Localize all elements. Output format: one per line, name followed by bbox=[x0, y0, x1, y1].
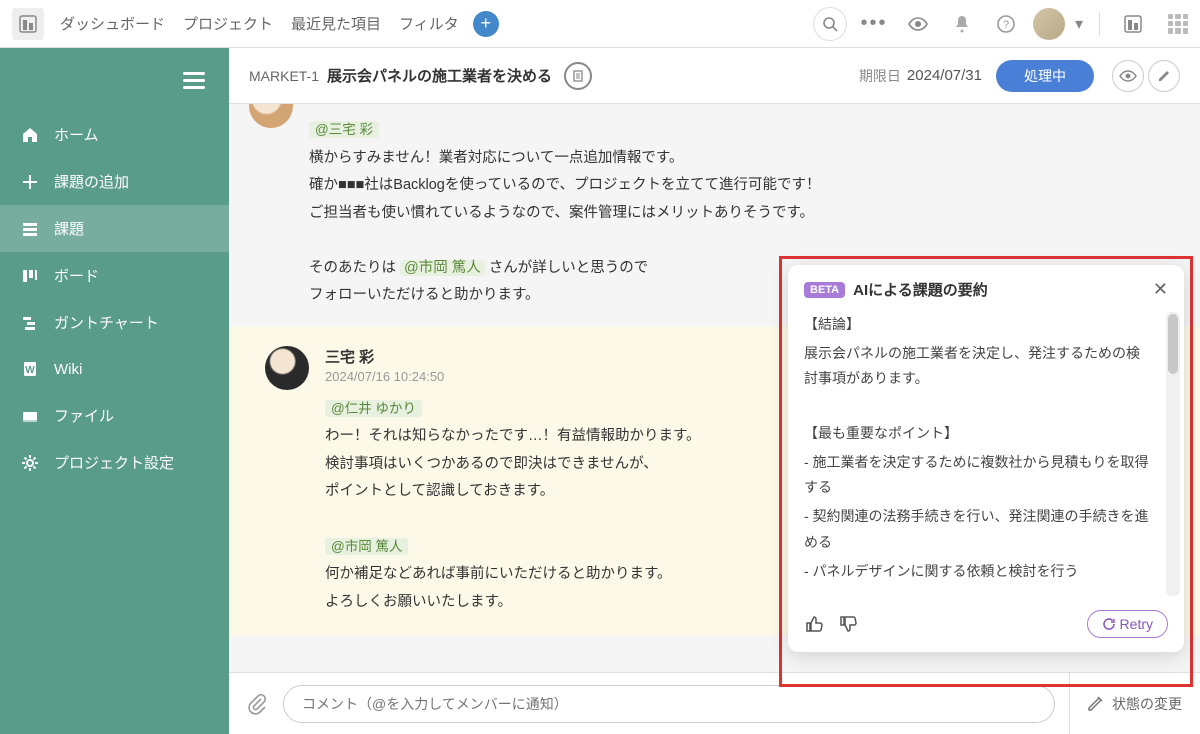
sidebar-item-label: 課題 bbox=[54, 218, 84, 239]
mention[interactable]: @仁井 ゆかり bbox=[325, 400, 422, 417]
sidebar-item-settings[interactable]: プロジェクト設定 bbox=[0, 439, 229, 486]
logo[interactable] bbox=[12, 8, 44, 40]
edit-issue-icon[interactable] bbox=[1148, 60, 1180, 92]
retry-button[interactable]: Retry bbox=[1087, 610, 1168, 638]
apps-grid-icon[interactable] bbox=[1168, 14, 1188, 34]
watch-issue-icon[interactable] bbox=[1112, 60, 1144, 92]
sidebar-item-gantt[interactable]: ガントチャート bbox=[0, 299, 229, 346]
bell-icon[interactable] bbox=[945, 7, 979, 41]
nav-filter[interactable]: フィルタ bbox=[399, 13, 459, 34]
attach-icon[interactable] bbox=[247, 693, 269, 715]
org-icon[interactable] bbox=[1116, 7, 1150, 41]
plus-icon bbox=[20, 172, 40, 192]
issue-key[interactable]: MARKET-1 bbox=[249, 68, 319, 84]
beta-badge: BETA bbox=[804, 282, 845, 298]
sidebar-item-label: プロジェクト設定 bbox=[54, 452, 174, 473]
comment-input[interactable] bbox=[283, 685, 1055, 723]
gantt-icon bbox=[20, 313, 40, 333]
top-nav: ダッシュボード プロジェクト 最近見た項目 フィルタ bbox=[60, 13, 459, 34]
comment-avatar[interactable] bbox=[265, 346, 309, 390]
issue-header: MARKET-1 展示会パネルの施工業者を決める 期限日 2024/07/31 … bbox=[229, 48, 1200, 104]
topbar: ダッシュボード プロジェクト 最近見た項目 フィルタ + ••• ? ▾ bbox=[0, 0, 1200, 48]
sidebar-item-file[interactable]: ファイル bbox=[0, 392, 229, 439]
sidebar-item-home[interactable]: ホーム bbox=[0, 111, 229, 158]
nav-recent[interactable]: 最近見た項目 bbox=[291, 13, 381, 34]
watch-icon[interactable] bbox=[901, 7, 935, 41]
sidebar-toggle[interactable] bbox=[183, 68, 205, 93]
search-icon[interactable] bbox=[813, 7, 847, 41]
mention[interactable]: @市岡 篤人 bbox=[325, 538, 408, 555]
due-date: 2024/07/31 bbox=[907, 67, 982, 84]
sidebar-item-wiki[interactable]: W Wiki bbox=[0, 346, 229, 392]
mention[interactable]: @三宅 彩 bbox=[309, 121, 379, 138]
more-icon[interactable]: ••• bbox=[857, 7, 891, 41]
thumbs-down-icon[interactable] bbox=[838, 614, 858, 634]
ai-summary-body: 【結論】 展示会パネルの施工業者を決定し、発注するための検討事項があります。 【… bbox=[788, 308, 1166, 600]
close-icon[interactable]: ✕ bbox=[1153, 279, 1168, 300]
issue-title: 展示会パネルの施工業者を決める bbox=[327, 65, 552, 86]
sidebar-item-label: Wiki bbox=[54, 361, 82, 378]
sidebar-item-label: ファイル bbox=[54, 405, 114, 426]
gear-icon bbox=[20, 453, 40, 473]
nav-dashboard[interactable]: ダッシュボード bbox=[60, 13, 165, 34]
avatar-chevron-icon[interactable]: ▾ bbox=[1075, 14, 1083, 34]
help-icon[interactable]: ? bbox=[989, 7, 1023, 41]
scrollbar[interactable] bbox=[1166, 312, 1180, 596]
sidebar-item-label: 課題の追加 bbox=[54, 171, 129, 192]
sidebar-item-add-issue[interactable]: 課題の追加 bbox=[0, 158, 229, 205]
sidebar-item-label: ガントチャート bbox=[54, 312, 159, 333]
home-icon bbox=[20, 125, 40, 145]
list-icon bbox=[20, 219, 40, 239]
comment-time: 2024/07/16 10:20:28 bbox=[309, 104, 1180, 105]
wiki-icon: W bbox=[20, 359, 40, 379]
sidebar-item-issues[interactable]: 課題 bbox=[0, 205, 229, 252]
nav-project[interactable]: プロジェクト bbox=[183, 13, 273, 34]
status-badge[interactable]: 処理中 bbox=[996, 60, 1094, 92]
sidebar-item-label: ホーム bbox=[54, 124, 99, 145]
board-icon bbox=[20, 266, 40, 286]
user-avatar[interactable] bbox=[1033, 8, 1065, 40]
main-content: MARKET-1 展示会パネルの施工業者を決める 期限日 2024/07/31 … bbox=[229, 48, 1200, 734]
ai-summary-popup: BETA AIによる課題の要約 ✕ 【結論】 展示会パネルの施工業者を決定し、発… bbox=[788, 265, 1184, 652]
file-icon bbox=[20, 406, 40, 426]
sidebar-item-board[interactable]: ボード bbox=[0, 252, 229, 299]
comment-avatar[interactable] bbox=[249, 104, 293, 128]
sidebar: ホーム 課題の追加 課題 ボード ガントチャート W Wiki ファイル プロジ bbox=[0, 48, 229, 734]
svg-text:?: ? bbox=[1003, 19, 1009, 31]
sidebar-item-label: ボード bbox=[54, 265, 99, 286]
ai-title: AIによる課題の要約 bbox=[853, 279, 1153, 300]
due-label: 期限日 bbox=[859, 66, 901, 86]
detail-icon[interactable] bbox=[564, 62, 592, 90]
mention[interactable]: @市岡 篤人 bbox=[400, 260, 485, 276]
ai-summary-highlight: BETA AIによる課題の要約 ✕ 【結論】 展示会パネルの施工業者を決定し、発… bbox=[779, 256, 1193, 687]
svg-text:W: W bbox=[25, 365, 35, 376]
add-button[interactable]: + bbox=[473, 11, 499, 37]
thumbs-up-icon[interactable] bbox=[804, 614, 824, 634]
